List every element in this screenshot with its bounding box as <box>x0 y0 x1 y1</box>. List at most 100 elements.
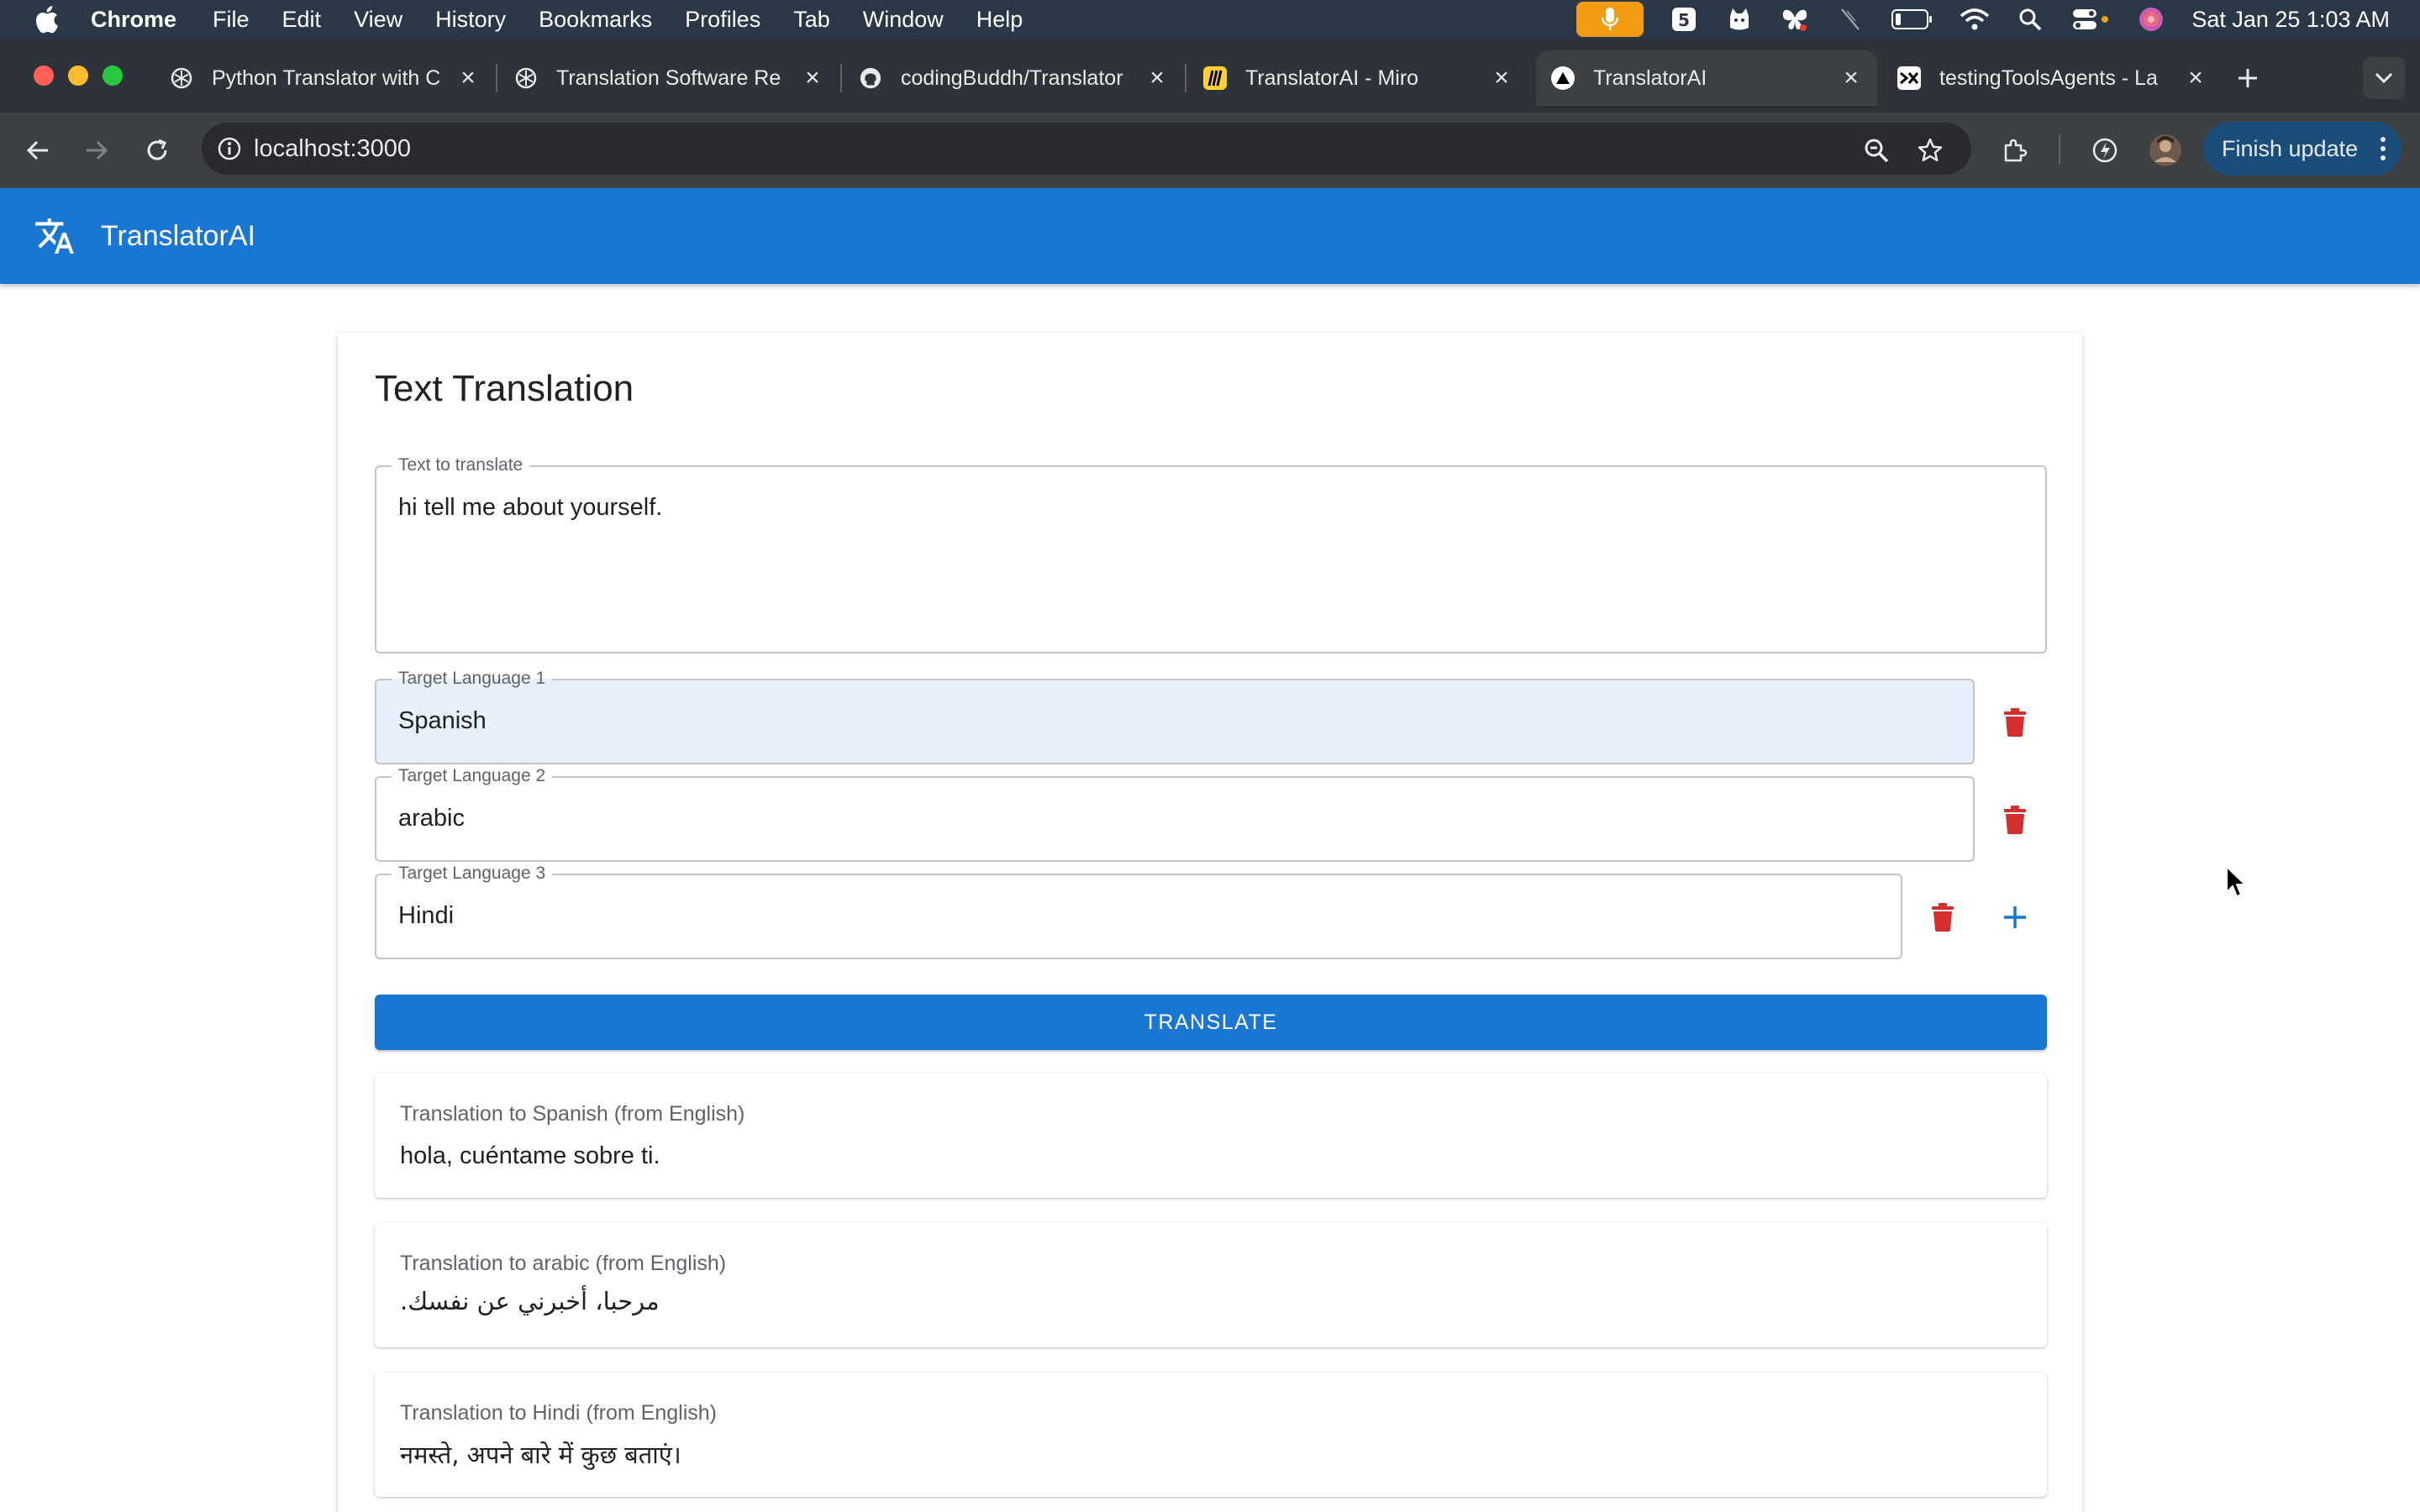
cat-app-icon[interactable] <box>1724 6 1754 33</box>
translation-result: Translation to Spanish (from English) ho… <box>375 1074 2047 1198</box>
s-app-icon[interactable]: 5 <box>1669 6 1699 33</box>
menu-tab[interactable]: Tab <box>793 7 830 33</box>
mouse-cursor-icon <box>2226 866 2246 897</box>
result-text: नमस्ते, अपने बारे में कुछ बताएं। <box>400 1441 681 1469</box>
apple-logo-icon[interactable] <box>34 5 59 34</box>
delete-icon[interactable] <box>1990 795 2040 845</box>
performance-icon[interactable] <box>2086 131 2124 170</box>
browser-tab[interactable]: TranslatorAI - Miro × <box>1188 50 1528 106</box>
langchain-icon <box>1897 66 1921 90</box>
translation-result: Translation to Hindi (from English) नमस्… <box>375 1373 2047 1497</box>
app-header: TranslatorAI <box>0 188 2420 284</box>
tab-title: Python Translator with C <box>212 66 441 90</box>
delete-icon[interactable] <box>1990 697 2040 748</box>
tab-close-icon[interactable]: × <box>1487 64 1516 92</box>
svg-text:5: 5 <box>1678 10 1690 30</box>
target-language-1-field[interactable]: Target Language 1 Spanish <box>375 669 1975 764</box>
miro-icon <box>1203 66 1227 90</box>
back-icon[interactable] <box>18 131 57 170</box>
result-text: hola, cuéntame sobre ti. <box>400 1142 660 1169</box>
tab-close-icon[interactable]: × <box>454 64 482 92</box>
window-maximize-button[interactable] <box>103 66 123 86</box>
result-label: Translation to arabic (from English) <box>400 1252 727 1275</box>
target-language-1-input[interactable]: Spanish <box>398 707 487 735</box>
tab-separator <box>496 64 497 92</box>
tab-title: TranslatorAI <box>1593 66 1707 90</box>
tab-close-icon[interactable]: × <box>798 64 827 92</box>
target-language-3-field[interactable]: Target Language 3 Hindi <box>375 864 1902 959</box>
result-label: Translation to Hindi (from English) <box>400 1401 717 1425</box>
microphone-icon[interactable] <box>1576 2 1644 37</box>
window-close-button[interactable] <box>34 66 54 86</box>
battery-icon[interactable] <box>1891 6 1934 33</box>
butterfly-icon[interactable] <box>1780 6 1810 33</box>
slash-icon[interactable] <box>1835 6 1865 33</box>
window-minimize-button[interactable] <box>68 66 88 86</box>
tab-search-button[interactable] <box>2363 57 2405 99</box>
avatar[interactable] <box>2146 131 2185 170</box>
wifi-icon[interactable] <box>1960 6 1990 33</box>
translate-icon <box>35 218 74 254</box>
menu-edit[interactable]: Edit <box>282 7 322 33</box>
translate-button[interactable]: TRANSLATE <box>375 995 2047 1050</box>
tab-title: Translation Software Re <box>556 66 781 90</box>
app-title: TranslatorAI <box>101 219 255 252</box>
forward-icon[interactable] <box>77 131 116 170</box>
tab-title: testingToolsAgents - La <box>1939 66 2158 90</box>
browser-tab[interactable]: Translation Software Re × <box>499 50 839 106</box>
result-text: مرحبا، أخبرني عن نفسك. <box>400 1287 660 1315</box>
nextjs-icon <box>1551 66 1575 90</box>
menu-window[interactable]: Window <box>863 7 944 33</box>
new-tab-button[interactable] <box>2228 59 2267 97</box>
tab-title: TranslatorAI - Miro <box>1245 66 1419 90</box>
tab-separator <box>840 64 842 92</box>
menu-profiles[interactable]: Profiles <box>685 7 760 33</box>
zoom-icon[interactable] <box>1857 131 1896 170</box>
menu-file[interactable]: File <box>213 7 250 33</box>
browser-tab[interactable]: Python Translator with C × <box>155 50 494 106</box>
site-info-icon[interactable] <box>217 136 242 161</box>
source-text-input[interactable]: hi tell me about yourself. <box>398 494 662 522</box>
source-text-label: Text to translate <box>392 455 530 475</box>
browser-tab-active[interactable]: TranslatorAI × <box>1536 50 1877 106</box>
delete-icon[interactable] <box>1918 892 1968 942</box>
openai-icon <box>514 66 538 90</box>
add-language-icon[interactable] <box>1990 892 2040 942</box>
toolbar-divider <box>2059 134 2060 165</box>
translation-card: Text Translation Text to translate hi te… <box>338 333 2082 1512</box>
target-language-1-label: Target Language 1 <box>392 669 553 689</box>
browser-tab[interactable]: codingBuddh/Translator × <box>844 50 1183 106</box>
target-language-3-input[interactable]: Hindi <box>398 902 454 930</box>
address-bar[interactable]: localhost:3000 <box>202 123 1971 175</box>
finish-update-button[interactable]: Finish update <box>2203 122 2402 176</box>
target-language-2-label: Target Language 2 <box>392 766 553 786</box>
reload-icon[interactable] <box>138 131 176 170</box>
target-language-2-field[interactable]: Target Language 2 arabic <box>375 766 1975 862</box>
siri-icon[interactable] <box>2136 6 2166 33</box>
tab-close-icon[interactable]: × <box>1143 64 1171 92</box>
bookmark-star-icon[interactable] <box>1911 131 1949 170</box>
more-vert-icon <box>2381 137 2386 160</box>
translation-result: Translation to arabic (from English) مرح… <box>375 1223 2047 1347</box>
address-bar-url[interactable]: localhost:3000 <box>254 135 411 163</box>
menu-help[interactable]: Help <box>976 7 1023 33</box>
control-center-icon[interactable] <box>2070 6 2111 33</box>
finish-update-label: Finish update <box>2222 135 2359 161</box>
tab-close-icon[interactable]: × <box>1837 64 1865 92</box>
extensions-icon[interactable] <box>1996 131 2035 170</box>
menu-history[interactable]: History <box>435 7 506 33</box>
menu-bar-clock[interactable]: Sat Jan 25 1:03 AM <box>2191 7 2390 33</box>
menu-bookmarks[interactable]: Bookmarks <box>539 7 652 33</box>
menu-app-name[interactable]: Chrome <box>91 7 176 33</box>
browser-tab[interactable]: testingToolsAgents - La × <box>1882 50 2222 106</box>
tab-close-icon[interactable]: × <box>2181 64 2210 92</box>
menu-view[interactable]: View <box>354 7 402 33</box>
target-language-2-input[interactable]: arabic <box>398 805 465 832</box>
target-language-3-label: Target Language 3 <box>392 864 553 884</box>
spotlight-search-icon[interactable] <box>2015 6 2045 33</box>
result-label: Translation to Spanish (from English) <box>400 1102 745 1126</box>
github-icon <box>859 66 882 90</box>
tab-separator <box>1185 64 1186 92</box>
source-text-field[interactable]: Text to translate hi tell me about yours… <box>375 455 2047 654</box>
tab-title: codingBuddh/Translator <box>901 66 1123 90</box>
